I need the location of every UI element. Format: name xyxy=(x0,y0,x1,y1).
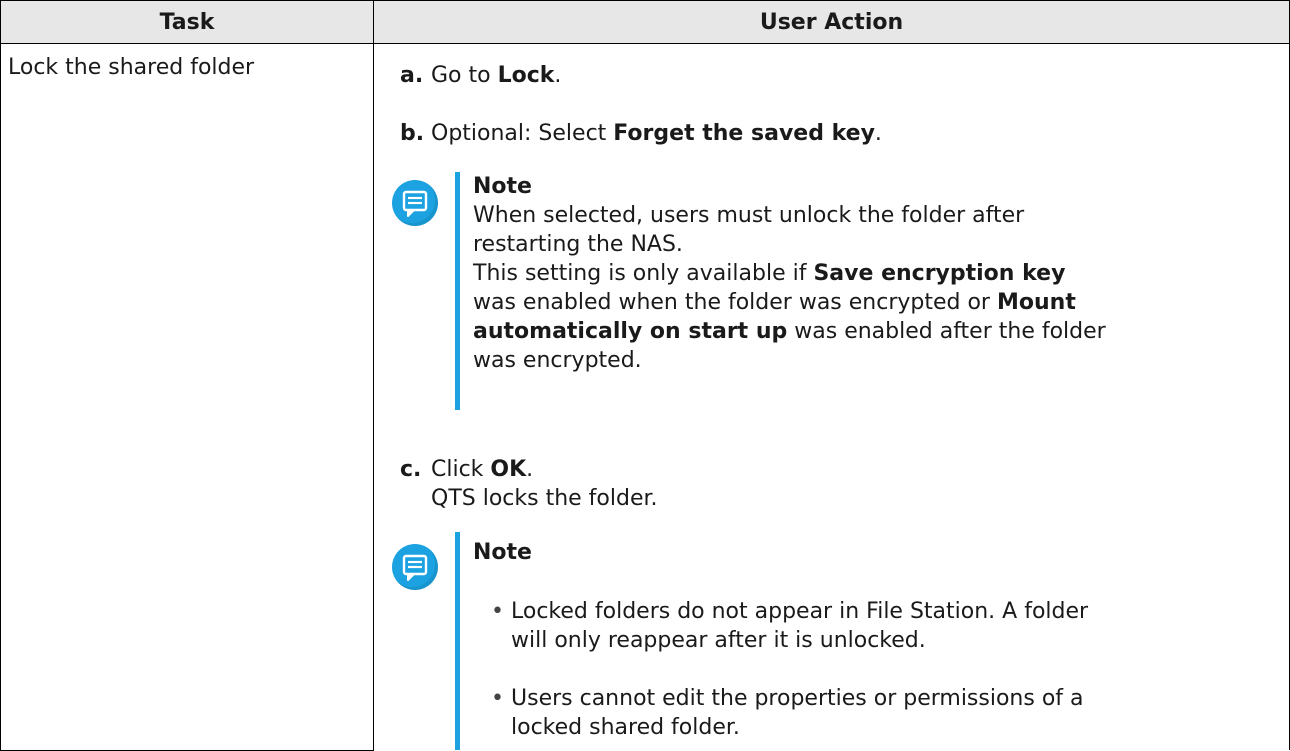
note-callout: Note Locked folders do not appear in Fil… xyxy=(392,532,1172,750)
step-letter: a. xyxy=(400,63,424,88)
user-action-cell: a. Go to Lock. b. Optional: Select Forget … xyxy=(373,43,1290,750)
task-action-table: Task User Action Lock the shared folder … xyxy=(0,0,1290,751)
step-letter: b. xyxy=(400,121,425,146)
bullet-line: will only reappear after it is unlocked. xyxy=(511,628,926,653)
list-item: Users cannot edit the properties or perm… xyxy=(473,684,1172,742)
step-a: a. Go to Lock. xyxy=(400,61,561,90)
step-text: Go to xyxy=(431,63,498,88)
note-text-span: was enabled after the folder xyxy=(787,319,1106,344)
step-punct: . xyxy=(526,457,534,482)
task-cell: Lock the shared folder xyxy=(0,43,374,751)
note-title: Note xyxy=(473,174,532,199)
step-text: Click xyxy=(431,457,491,482)
step-c: c. Click OK. QTS locks the folder. xyxy=(400,455,658,513)
step-punct: . xyxy=(554,63,562,88)
note-line: was encrypted. xyxy=(473,348,642,373)
note-bold: automatically on start up xyxy=(473,319,788,344)
header-row: Task User Action xyxy=(0,0,1290,44)
note-accent-bar xyxy=(455,532,460,750)
note-line: restarting the NAS. xyxy=(473,232,683,257)
bullet-line: Users cannot edit the properties or perm… xyxy=(511,686,1084,711)
note-body: Note When selected, users must unlock th… xyxy=(473,172,1172,375)
step-letter: c. xyxy=(400,457,422,482)
step-result: QTS locks the folder. xyxy=(431,486,658,511)
note-icon xyxy=(392,544,438,590)
note-bold: Save encryption key xyxy=(813,261,1066,286)
note-line: was enabled when the folder was encrypte… xyxy=(473,288,1172,317)
step-b: b. Optional: Select Forget the saved key. xyxy=(400,119,882,148)
note-text: When selected, users must unlock the fol… xyxy=(473,201,1172,375)
header-task: Task xyxy=(0,0,374,44)
note-callout: Note When selected, users must unlock th… xyxy=(392,172,1172,410)
step-bold: Forget the saved key xyxy=(613,121,875,146)
note-body: Note Locked folders do not appear in Fil… xyxy=(473,538,1172,742)
note-bullet-list: Locked folders do not appear in File Sta… xyxy=(473,597,1172,742)
step-punct: . xyxy=(874,121,882,146)
task-text: Lock the shared folder xyxy=(8,55,255,80)
table-row: Lock the shared folder a. Go to Lock. b. O… xyxy=(0,43,1290,751)
step-bold: Lock xyxy=(497,63,555,88)
bullet-line: locked shared folder. xyxy=(511,715,740,740)
note-title: Note xyxy=(473,540,532,565)
note-icon xyxy=(392,180,438,226)
note-line: This setting is only available if Save e… xyxy=(473,259,1172,288)
list-item: Locked folders do not appear in File Sta… xyxy=(473,597,1172,655)
note-text-span: This setting is only available if xyxy=(473,261,814,286)
note-accent-bar xyxy=(455,172,460,410)
note-line: When selected, users must unlock the fol… xyxy=(473,203,1025,228)
note-line: automatically on start up was enabled af… xyxy=(473,317,1172,346)
bullet-line: Locked folders do not appear in File Sta… xyxy=(511,599,1089,624)
step-text: Optional: Select xyxy=(431,121,614,146)
note-bold: Mount xyxy=(996,290,1076,315)
note-text-span: was enabled when the folder was encrypte… xyxy=(473,290,997,315)
step-bold: OK xyxy=(490,457,527,482)
header-user-action: User Action xyxy=(373,0,1290,44)
